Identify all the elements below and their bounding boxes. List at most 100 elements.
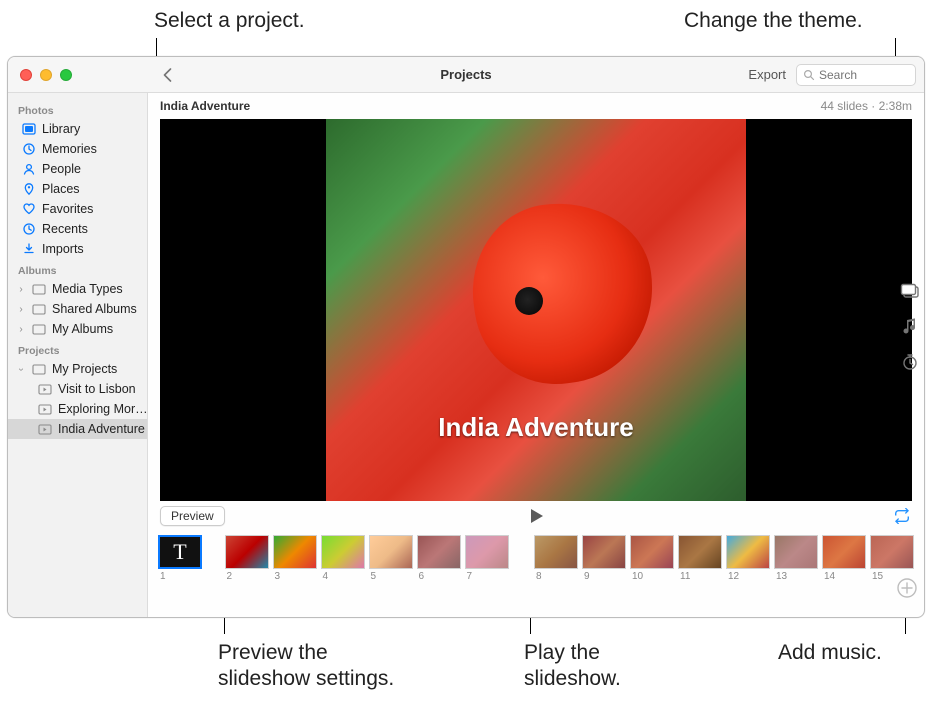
- callout-change-theme: Change the theme.: [684, 8, 863, 34]
- download-icon: [22, 242, 36, 256]
- thumbnail-12[interactable]: 12: [726, 535, 770, 582]
- folder-icon: [32, 304, 46, 315]
- minimize-window-button[interactable]: [40, 69, 52, 81]
- sidebar-item-label: Visit to Lisbon: [58, 382, 136, 396]
- main-content: India Adventure 44 slides · 2:38m India …: [148, 93, 924, 617]
- sidebar-item-favorites[interactable]: Favorites: [8, 199, 147, 219]
- thumb-number: 3: [273, 571, 281, 582]
- search-icon: [803, 69, 815, 81]
- sidebar-item-library[interactable]: Library: [8, 119, 147, 139]
- slideshow-icon: [38, 424, 52, 435]
- thumb-number: 9: [582, 571, 590, 582]
- play-button[interactable]: [527, 507, 545, 525]
- thumb-number: 8: [534, 571, 542, 582]
- folder-icon: [32, 284, 46, 295]
- sidebar-item-shared-albums[interactable]: › Shared Albums: [8, 299, 147, 319]
- slideshow-preview[interactable]: India Adventure: [160, 119, 912, 501]
- project-status: 44 slides · 2:38m: [821, 99, 912, 113]
- sidebar-item-imports[interactable]: Imports: [8, 239, 147, 259]
- preview-button[interactable]: Preview: [160, 506, 225, 526]
- thumbnail-2[interactable]: 2: [225, 535, 269, 582]
- export-button[interactable]: Export: [748, 67, 786, 82]
- library-icon: [22, 123, 36, 135]
- sidebar-item-label: Memories: [42, 142, 97, 156]
- music-button[interactable]: [902, 317, 918, 335]
- thumbnail-6[interactable]: 6: [417, 535, 461, 582]
- sidebar-item-label: Media Types: [52, 282, 123, 296]
- callout-preview-settings: Preview the slideshow settings.: [218, 640, 394, 693]
- sidebar-header-photos: Photos: [8, 99, 147, 119]
- heart-icon: [22, 202, 36, 216]
- thumbnail-10[interactable]: 10: [630, 535, 674, 582]
- chevron-right-icon: ›: [16, 304, 26, 315]
- project-header: India Adventure 44 slides · 2:38m: [148, 93, 924, 117]
- thumbnail-5[interactable]: 5: [369, 535, 413, 582]
- sidebar-item-recents[interactable]: Recents: [8, 219, 147, 239]
- sidebar-item-label: Recents: [42, 222, 88, 236]
- thumbnail-1[interactable]: T 1: [158, 535, 202, 582]
- search-input[interactable]: [819, 68, 899, 82]
- filmstrip[interactable]: T 1 2 3 4 5 6 7 8 9 10 11 12 13 14 15: [148, 531, 924, 590]
- sidebar-header-albums: Albums: [8, 259, 147, 279]
- sidebar-item-places[interactable]: Places: [8, 179, 147, 199]
- thumbnail-8[interactable]: 8: [534, 535, 578, 582]
- window-titlebar: Projects Export: [8, 57, 924, 93]
- folder-icon: [32, 364, 46, 375]
- preview-photo: [326, 119, 746, 501]
- duration-button[interactable]: [901, 353, 919, 371]
- thumbnail-11[interactable]: 11: [678, 535, 722, 582]
- theme-button[interactable]: [900, 283, 920, 299]
- thumbnail-15[interactable]: 15: [870, 535, 914, 582]
- sidebar-item-label: India Adventure: [58, 422, 145, 436]
- sidebar-item-exploring[interactable]: Exploring Mor…: [8, 399, 147, 419]
- sidebar-item-my-projects[interactable]: › My Projects: [8, 359, 147, 379]
- callout-play-slideshow: Play the slideshow.: [524, 640, 621, 693]
- loop-button[interactable]: [892, 508, 912, 524]
- app-window: Projects Export Photos Library: [7, 56, 925, 618]
- sidebar-item-label: Library: [42, 122, 80, 136]
- thumb-number: 15: [870, 571, 883, 582]
- chevron-right-icon: ›: [16, 284, 26, 295]
- slideshow-icon: [38, 384, 52, 395]
- sidebar-item-my-albums[interactable]: › My Albums: [8, 319, 147, 339]
- sidebar-item-memories[interactable]: Memories: [8, 139, 147, 159]
- people-icon: [22, 162, 36, 176]
- sidebar-item-label: Exploring Mor…: [58, 402, 147, 416]
- thumb-number: 13: [774, 571, 787, 582]
- sidebar: Photos Library Memories People: [8, 93, 148, 617]
- thumbnail-9[interactable]: 9: [582, 535, 626, 582]
- memories-icon: [22, 142, 36, 156]
- thumbnail-14[interactable]: 14: [822, 535, 866, 582]
- sidebar-item-india-adventure[interactable]: India Adventure: [8, 419, 147, 439]
- zoom-window-button[interactable]: [60, 69, 72, 81]
- sidebar-header-projects: Projects: [8, 339, 147, 359]
- title-slide-thumb: T: [158, 535, 202, 569]
- sidebar-item-label: My Albums: [52, 322, 113, 336]
- controls-row: Preview: [148, 501, 924, 531]
- traffic-lights: [20, 69, 72, 81]
- thumbnail-3[interactable]: 3: [273, 535, 317, 582]
- thumb-number: 1: [158, 571, 166, 582]
- search-field[interactable]: [796, 64, 916, 86]
- thumbnail-4[interactable]: 4: [321, 535, 365, 582]
- close-window-button[interactable]: [20, 69, 32, 81]
- sidebar-item-media-types[interactable]: › Media Types: [8, 279, 147, 299]
- back-button[interactable]: [162, 68, 174, 82]
- add-photos-button[interactable]: [896, 577, 918, 599]
- thumb-number: 7: [465, 571, 473, 582]
- places-icon: [22, 182, 36, 196]
- sidebar-item-label: People: [42, 162, 81, 176]
- thumbnail-13[interactable]: 13: [774, 535, 818, 582]
- chevron-right-icon: ›: [16, 324, 26, 335]
- project-title: India Adventure: [160, 99, 250, 113]
- sidebar-item-people[interactable]: People: [8, 159, 147, 179]
- chevron-down-icon: ›: [16, 364, 27, 374]
- sidebar-item-visit-lisbon[interactable]: Visit to Lisbon: [8, 379, 147, 399]
- sidebar-item-label: Places: [42, 182, 80, 196]
- thumbnail-7[interactable]: 7: [465, 535, 509, 582]
- thumb-number: 2: [225, 571, 233, 582]
- slideshow-icon: [38, 404, 52, 415]
- thumb-number: 5: [369, 571, 377, 582]
- sidebar-item-label: My Projects: [52, 362, 117, 376]
- sidebar-item-label: Imports: [42, 242, 84, 256]
